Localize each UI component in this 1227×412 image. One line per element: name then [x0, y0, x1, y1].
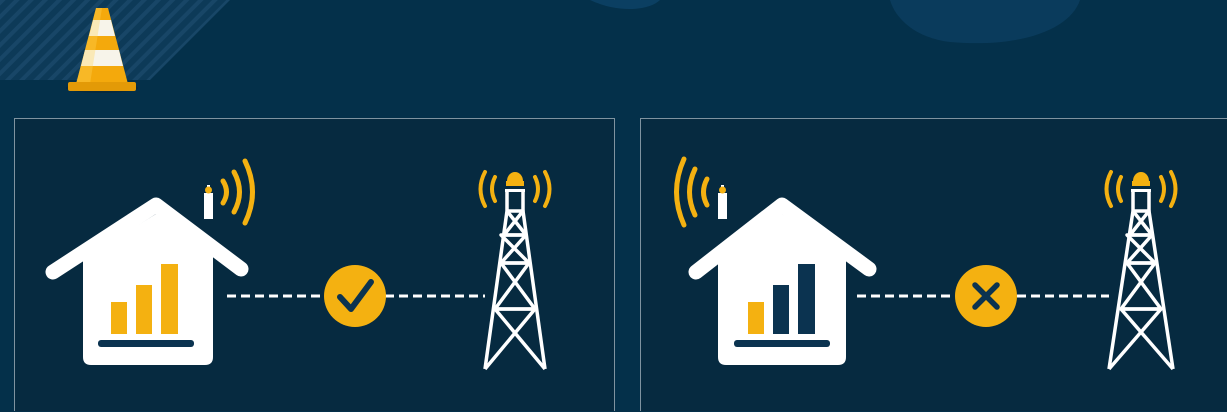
signal-bar-3: [161, 264, 178, 334]
cell-tower-icon: [478, 170, 552, 371]
signal-bar-2: [773, 285, 789, 334]
checkmark-icon: [324, 265, 386, 327]
x-mark-icon: [955, 265, 1017, 327]
signal-bar-1: [111, 302, 127, 334]
scenario-panel-good: [14, 118, 615, 411]
signal-bar-3: [798, 264, 815, 334]
broadcast-waves-icon: [220, 158, 255, 226]
broadcast-waves-icon: [674, 156, 710, 228]
house-icon: [45, 185, 249, 365]
signal-bar-2: [136, 285, 152, 334]
traffic-cone-icon: [66, 8, 138, 93]
signal-bar-1: [748, 302, 764, 334]
scenario-panel-bad: [640, 118, 1227, 411]
good-connection-illustration: [45, 158, 552, 371]
house-icon: [688, 185, 877, 365]
bad-connection-illustration: [674, 156, 1178, 371]
cell-tower-icon: [1104, 170, 1178, 371]
